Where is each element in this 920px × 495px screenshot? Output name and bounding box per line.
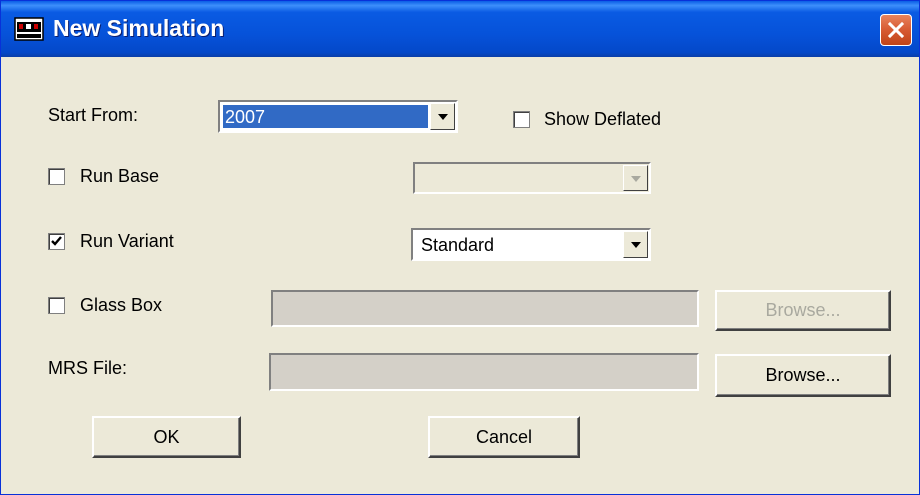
window-title: New Simulation — [53, 15, 225, 41]
start-from-value: 2007 — [223, 105, 428, 128]
run-base-checkbox[interactable] — [48, 168, 65, 185]
run-variant-dropdown-arrow[interactable] — [623, 231, 648, 258]
glass-box-browse-button[interactable]: Browse... — [715, 290, 891, 331]
run-variant-label: Run Variant — [80, 231, 174, 251]
start-from-select[interactable]: 2007 — [218, 100, 458, 133]
chevron-down-icon — [631, 176, 641, 182]
close-button[interactable] — [880, 14, 912, 46]
title-bar[interactable]: New Simulation — [1, 1, 919, 57]
checkmark-icon — [51, 236, 62, 246]
run-base-select[interactable] — [413, 162, 651, 194]
close-icon — [887, 21, 905, 39]
run-variant-checkbox[interactable] — [48, 233, 65, 250]
run-variant-value: Standard — [421, 235, 495, 255]
run-base-label: Run Base — [80, 166, 160, 186]
mrs-file-path-field[interactable] — [269, 353, 699, 391]
new-simulation-dialog: New Simulation Start From: 2007 Show Def… — [0, 0, 920, 495]
start-from-label: Start From: — [48, 105, 139, 125]
ok-button[interactable]: OK — [92, 416, 241, 458]
chevron-down-icon — [631, 242, 641, 248]
mrs-file-label: MRS File: — [48, 358, 128, 378]
run-base-value — [418, 167, 420, 189]
run-base-dropdown-arrow[interactable] — [623, 165, 648, 191]
start-from-dropdown-arrow[interactable] — [430, 103, 455, 130]
show-deflated-label: Show Deflated — [544, 109, 662, 129]
run-variant-select[interactable]: Standard — [411, 228, 651, 261]
glass-box-path-field[interactable] — [271, 290, 699, 327]
glass-box-checkbox[interactable] — [48, 297, 65, 314]
cancel-button[interactable]: Cancel — [428, 416, 580, 458]
mrs-file-browse-button[interactable]: Browse... — [715, 354, 891, 397]
chevron-down-icon — [438, 114, 448, 120]
show-deflated-checkbox[interactable] — [513, 111, 530, 128]
app-icon — [14, 17, 44, 41]
glass-box-label: Glass Box — [80, 295, 163, 315]
